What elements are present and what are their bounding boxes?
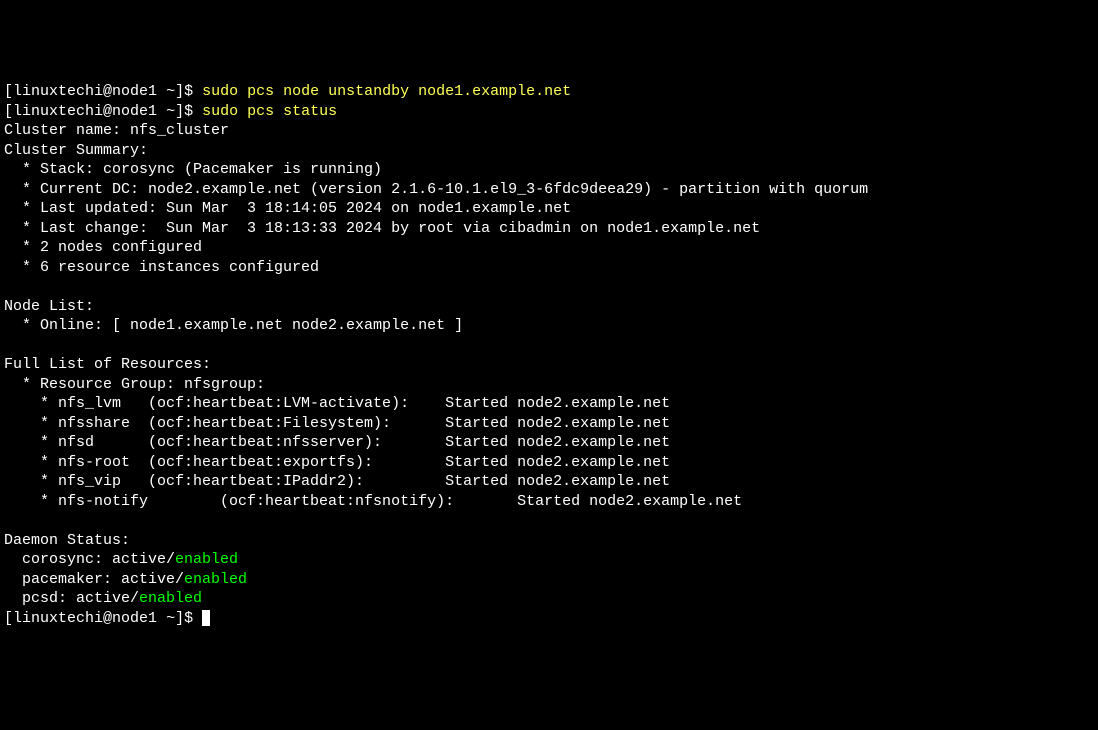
prompt-path: ~	[166, 610, 175, 627]
prompt-user: linuxtechi	[13, 103, 103, 120]
cursor[interactable]	[202, 610, 210, 626]
prompt-host: node1	[112, 103, 157, 120]
prompt-path: ~	[166, 83, 175, 100]
prompt-bracket-close: ]	[175, 83, 184, 100]
resource-nfs-lvm: * nfs_lvm (ocf:heartbeat:LVM-activate): …	[4, 395, 670, 412]
last-updated-line: * Last updated: Sun Mar 3 18:14:05 2024 …	[4, 200, 571, 217]
prompt-dollar: $	[184, 83, 202, 100]
prompt-bracket-close: ]	[175, 103, 184, 120]
prompt-user: linuxtechi	[13, 610, 103, 627]
prompt-host: node1	[112, 610, 157, 627]
daemon-pacemaker: pacemaker: active/	[4, 571, 184, 588]
cluster-name: Cluster name: nfs_cluster	[4, 122, 229, 139]
prompt-user: linuxtechi	[13, 83, 103, 100]
resource-nfsd: * nfsd (ocf:heartbeat:nfsserver): Starte…	[4, 434, 670, 451]
prompt-bracket: [	[4, 83, 13, 100]
resource-group-line: * Resource Group: nfsgroup:	[4, 376, 265, 393]
enabled-text: enabled	[184, 571, 247, 588]
prompt-bracket-close: ]	[175, 610, 184, 627]
terminal-output: [linuxtechi@node1 ~]$ sudo pcs node unst…	[4, 82, 1094, 628]
current-dc-line: * Current DC: node2.example.net (version…	[4, 181, 868, 198]
stack-line: * Stack: corosync (Pacemaker is running)	[4, 161, 382, 178]
prompt-host: node1	[112, 83, 157, 100]
enabled-text: enabled	[175, 551, 238, 568]
prompt-at: @	[103, 610, 112, 627]
cluster-summary-header: Cluster Summary:	[4, 142, 148, 159]
resource-nfs-root: * nfs-root (ocf:heartbeat:exportfs): Sta…	[4, 454, 670, 471]
resource-nfs-notify: * nfs-notify (ocf:heartbeat:nfsnotify): …	[4, 493, 742, 510]
node-list-header: Node List:	[4, 298, 94, 315]
resource-nfs-vip: * nfs_vip (ocf:heartbeat:IPaddr2): Start…	[4, 473, 670, 490]
prompt-at: @	[103, 83, 112, 100]
daemon-corosync: corosync: active/	[4, 551, 175, 568]
prompt-at: @	[103, 103, 112, 120]
command-1[interactable]: sudo pcs node unstandby node1.example.ne…	[202, 83, 571, 100]
resource-nfsshare: * nfsshare (ocf:heartbeat:Filesystem): S…	[4, 415, 670, 432]
online-nodes-line: * Online: [ node1.example.net node2.exam…	[4, 317, 463, 334]
prompt-path: ~	[166, 103, 175, 120]
last-change-line: * Last change: Sun Mar 3 18:13:33 2024 b…	[4, 220, 760, 237]
nodes-configured-line: * 2 nodes configured	[4, 239, 202, 256]
resources-configured-line: * 6 resource instances configured	[4, 259, 319, 276]
prompt-bracket: [	[4, 103, 13, 120]
prompt-dollar: $	[184, 610, 202, 627]
resources-header: Full List of Resources:	[4, 356, 211, 373]
enabled-text: enabled	[139, 590, 202, 607]
daemon-status-header: Daemon Status:	[4, 532, 130, 549]
command-2[interactable]: sudo pcs status	[202, 103, 337, 120]
prompt-dollar: $	[184, 103, 202, 120]
prompt-bracket: [	[4, 610, 13, 627]
daemon-pcsd: pcsd: active/	[4, 590, 139, 607]
